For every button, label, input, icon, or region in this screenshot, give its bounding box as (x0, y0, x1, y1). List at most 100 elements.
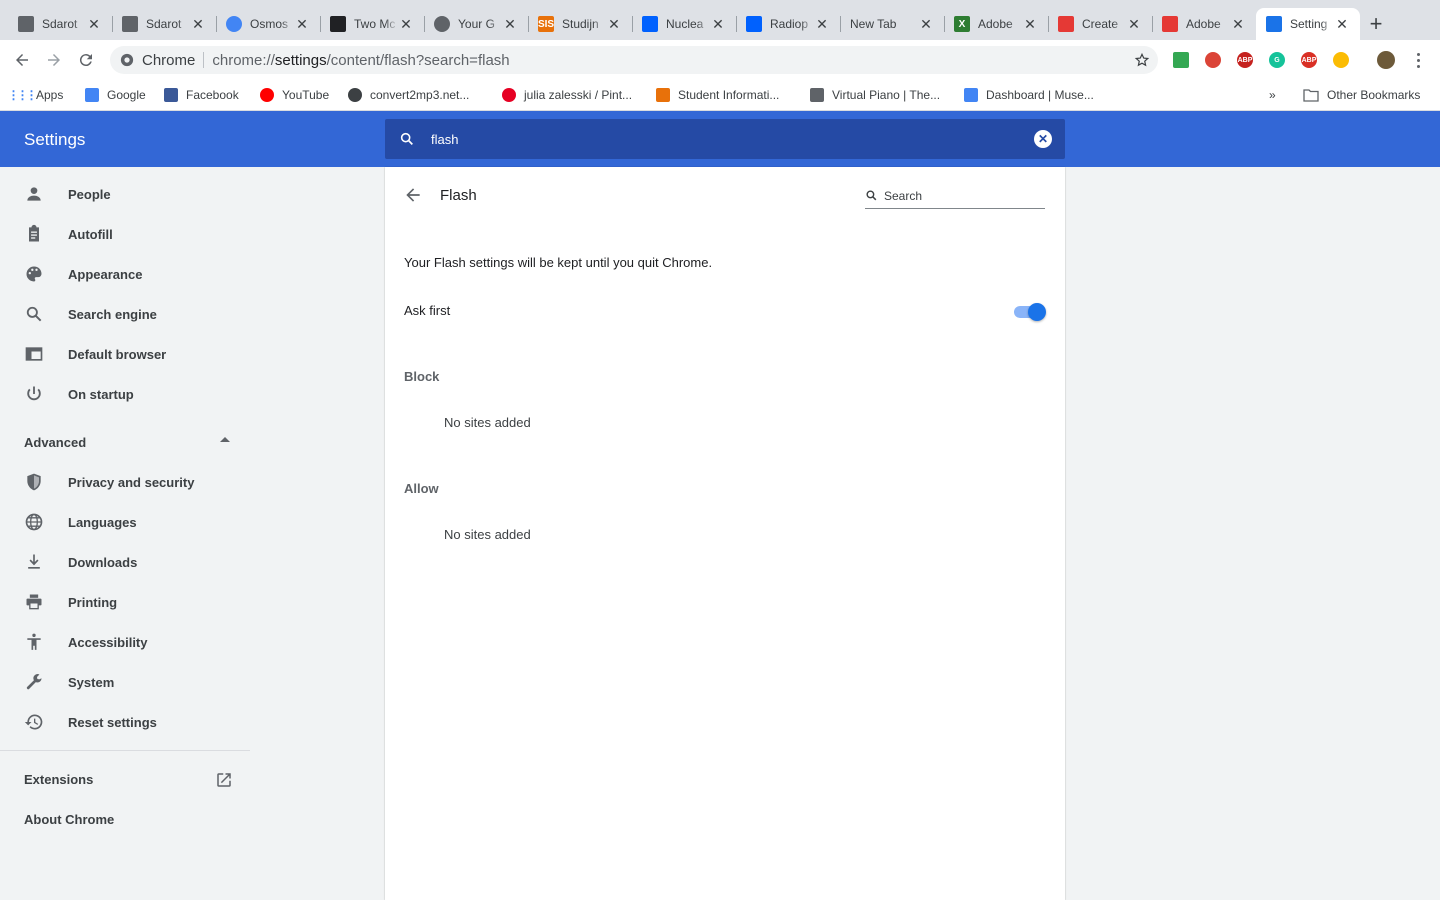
history-icon (24, 712, 44, 732)
menu-kebab-icon[interactable] (1412, 51, 1424, 69)
reload-button[interactable] (74, 48, 98, 72)
folder-icon (1303, 89, 1319, 102)
cube-icon (810, 88, 824, 102)
sidebar-item-search-engine[interactable]: Search engine (0, 294, 250, 334)
search-icon (24, 304, 44, 324)
browser-tab[interactable]: Setting ✕ (1256, 8, 1360, 40)
sidebar-item-default-browser[interactable]: Default browser (0, 334, 250, 374)
sidebar-item-downloads[interactable]: Downloads (0, 542, 250, 582)
bookmark-item[interactable]: Student Informati... (656, 84, 779, 106)
browser-tab[interactable]: X Adobe ✕ (944, 8, 1048, 40)
sidebar-item-languages[interactable]: Languages (0, 502, 250, 542)
tab-close-icon[interactable]: ✕ (502, 16, 518, 32)
sidebar-item-autofill[interactable]: Autofill (0, 214, 250, 254)
advanced-section-toggle[interactable]: Advanced (24, 435, 86, 450)
settings-search-input[interactable] (431, 131, 1011, 147)
browser-tab[interactable]: Osmos ✕ (216, 8, 320, 40)
sidebar-item-accessibility[interactable]: Accessibility (0, 622, 250, 662)
back-arrow-icon[interactable] (403, 185, 423, 205)
bookmarks-overflow-button[interactable]: » (1269, 84, 1276, 106)
caret-up-icon[interactable] (220, 437, 230, 442)
pinterest-icon (502, 88, 516, 102)
extension-color-icon[interactable] (1333, 52, 1349, 68)
menu-dot (1416, 58, 1420, 62)
tab-close-icon[interactable]: ✕ (1230, 16, 1246, 32)
download-icon (24, 552, 44, 572)
profile-avatar[interactable] (1377, 51, 1395, 69)
bookmark-item[interactable]: Virtual Piano | The... (810, 84, 940, 106)
sidebar-item-appearance[interactable]: Appearance (0, 254, 250, 294)
other-bookmarks-folder[interactable]: Other Bookmarks (1303, 84, 1420, 106)
tab-close-icon[interactable]: ✕ (190, 16, 206, 32)
tab-list: Sdarot ✕ Sdarot ✕ Osmos ✕ Two Mc ✕ Your G ✕ SIS Stu… (8, 8, 1360, 40)
tab-close-icon[interactable]: ✕ (918, 16, 934, 32)
bookmark-item[interactable]: Google (85, 84, 146, 106)
tab-close-icon[interactable]: ✕ (86, 16, 102, 32)
forward-button[interactable] (42, 48, 66, 72)
extension-shield-icon[interactable] (1205, 52, 1221, 68)
tab-close-icon[interactable]: ✕ (1126, 16, 1142, 32)
tab-close-icon[interactable]: ✕ (294, 16, 310, 32)
bookmark-item[interactable]: Facebook (164, 84, 239, 106)
tab-close-icon[interactable]: ✕ (1334, 16, 1350, 32)
extension-puzzle-icon[interactable] (1173, 52, 1189, 68)
sidebar-item-on-startup[interactable]: On startup (0, 374, 250, 414)
omnibox-url[interactable]: chrome://settings/content/flash?search=f… (212, 52, 509, 69)
tab-close-icon[interactable]: ✕ (606, 16, 622, 32)
globe-icon (348, 88, 362, 102)
browser-tab[interactable]: New Tab ✕ (840, 8, 944, 40)
bookmark-item[interactable]: convert2mp3.net... (348, 84, 469, 106)
browser-tab[interactable]: Sdarot ✕ (8, 8, 112, 40)
ask-first-toggle[interactable] (1014, 303, 1046, 321)
subpage-search-input[interactable] (884, 188, 1034, 203)
subpage-search[interactable] (865, 183, 1045, 209)
bookmark-item[interactable]: YouTube (260, 84, 329, 106)
arrow-left-icon (16, 54, 28, 66)
browser-tab[interactable]: Adobe ✕ (1152, 8, 1256, 40)
tab-title: Osmos (250, 17, 289, 31)
about-chrome-link[interactable]: About Chrome (24, 812, 114, 827)
clear-search-icon[interactable]: ✕ (1034, 130, 1052, 148)
extension-abp-icon[interactable]: ABP (1237, 52, 1253, 68)
browser-tab[interactable]: SIS Studijn ✕ (528, 8, 632, 40)
new-tab-button[interactable]: + (1364, 11, 1388, 36)
tab-title: Adobe (1186, 17, 1221, 31)
bookmark-label: Google (107, 88, 146, 102)
flash-note: Your Flash settings will be kept until y… (404, 255, 713, 270)
url-scheme: chrome:// (212, 51, 275, 69)
sidebar-item-label: Autofill (68, 226, 113, 242)
bookmarks-bar: » Other Bookmarks ⋮⋮⋮ Apps Google Facebook Y… (0, 80, 1440, 111)
bookmark-item[interactable]: Dashboard | Muse... (964, 84, 1094, 106)
tab-close-icon[interactable]: ✕ (398, 16, 414, 32)
sidebar-item-privacy-and-security[interactable]: Privacy and security (0, 462, 250, 502)
accessibility-icon (24, 632, 44, 652)
browser-tab[interactable]: Nuclea ✕ (632, 8, 736, 40)
sidebar-item-label: People (68, 186, 111, 202)
ask-first-label: Ask first (404, 303, 451, 318)
browser-tab[interactable]: Your G ✕ (424, 8, 528, 40)
browser-tab[interactable]: Create ✕ (1048, 8, 1152, 40)
extension-grammarly-icon[interactable]: G (1269, 52, 1285, 68)
omnibox[interactable]: Chrome chrome://settings/content/flash?s… (110, 46, 1158, 74)
sidebar-item-reset-settings[interactable]: Reset settings (0, 702, 250, 742)
sidebar-item-system[interactable]: System (0, 662, 250, 702)
bookmark-star-icon[interactable] (1134, 52, 1150, 68)
sidebar-item-people[interactable]: People (0, 174, 250, 214)
extension-adblock-icon[interactable]: ABP (1301, 52, 1317, 68)
open-in-new-icon[interactable] (215, 771, 233, 789)
tab-favicon-icon: X (954, 16, 970, 32)
tab-close-icon[interactable]: ✕ (814, 16, 830, 32)
extensions-link[interactable]: Extensions (24, 772, 93, 787)
bookmark-item[interactable]: ⋮⋮⋮ Apps (8, 84, 64, 106)
tab-favicon-icon (434, 16, 450, 32)
tab-close-icon[interactable]: ✕ (710, 16, 726, 32)
browser-tab[interactable]: Two Mc ✕ (320, 8, 424, 40)
tab-close-icon[interactable]: ✕ (1022, 16, 1038, 32)
browser-tab[interactable]: Radiop ✕ (736, 8, 840, 40)
browser-tab[interactable]: Sdarot ✕ (112, 8, 216, 40)
browser-window-icon (24, 344, 44, 364)
bookmark-item[interactable]: julia zalesski / Pint... (502, 84, 632, 106)
back-button[interactable] (10, 48, 34, 72)
sidebar-item-printing[interactable]: Printing (0, 582, 250, 622)
settings-search-box[interactable]: ✕ (385, 119, 1065, 159)
